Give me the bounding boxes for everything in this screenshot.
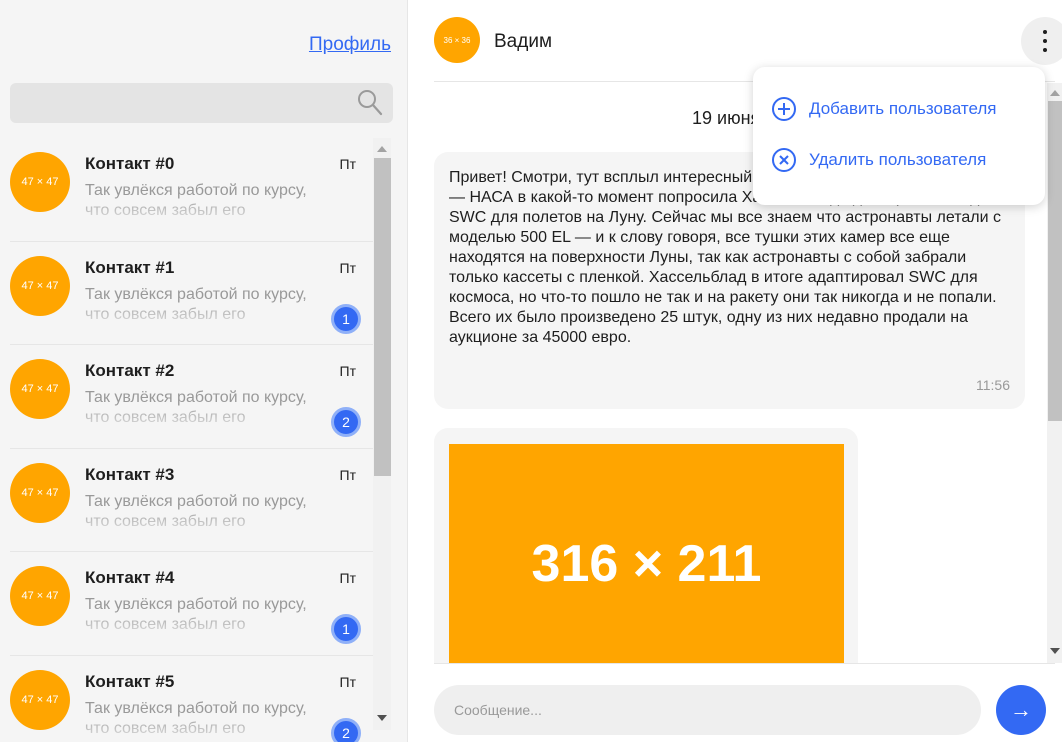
message-composer: →: [434, 663, 1055, 742]
contact-item[interactable]: 47 × 47 Контакт #0 Пт Так увлёкся работо…: [10, 138, 373, 242]
contact-name: Контакт #2: [85, 361, 175, 380]
scroll-up-icon[interactable]: [377, 146, 387, 152]
unread-badge: 1: [331, 303, 361, 334]
profile-link[interactable]: Профиль: [309, 34, 391, 56]
contact-day: Пт: [339, 570, 356, 586]
contact-name: Контакт #5: [85, 671, 175, 691]
contact-name: Контакт #3: [85, 464, 175, 484]
avatar: 47 × 47: [10, 359, 70, 419]
add-user-menu-item[interactable]: Добавить пользователя: [771, 94, 997, 124]
preview-fade: [85, 408, 325, 432]
chat-title: Вадим: [494, 31, 553, 52]
message-input[interactable]: [434, 685, 981, 735]
preview-fade: [85, 718, 325, 742]
preview-fade: [85, 615, 325, 639]
contact-item[interactable]: 47 × 47 Контакт #1 Пт Так увлёкся работо…: [10, 242, 373, 345]
contact-item[interactable]: 47 × 47 Контакт #3 Пт Так увлёкся работо…: [10, 449, 373, 552]
avatar: 47 × 47: [10, 462, 70, 523]
menu-dot: [1043, 30, 1047, 34]
unread-badge: 2: [331, 407, 361, 437]
contact-day: Пт: [339, 466, 356, 483]
plus-circle-icon: [772, 97, 796, 121]
contact-day: Пт: [339, 363, 356, 379]
contact-item[interactable]: 47 × 47 Контакт #4 Пт Так увлёкся работо…: [10, 552, 373, 656]
contact-item[interactable]: 47 × 47 Контакт #2 Пт Так увлёкся работо…: [10, 345, 373, 449]
contact-list: 47 × 47 Контакт #0 Пт Так увлёкся работо…: [10, 138, 373, 742]
avatar: 47 × 47: [10, 152, 70, 212]
preview-fade: [85, 304, 325, 329]
x-circle-icon: [772, 148, 796, 172]
avatar: 47 × 47: [10, 566, 70, 626]
image-message: 316 × 211: [434, 428, 858, 663]
sidebar: Профиль 47 × 47 Контакт #0 Пт Так увлёкс…: [0, 0, 408, 742]
message-time: 11:56: [976, 377, 1010, 393]
date-separator: 19 июня: [692, 108, 761, 128]
contact-name: Контакт #0: [85, 154, 175, 173]
unread-badge: 2: [331, 717, 361, 742]
contact-day: Пт: [339, 673, 356, 690]
contact-item[interactable]: 47 × 47 Контакт #5 Пт Так увлёкся работо…: [10, 656, 373, 742]
contact-list-scroll-thumb[interactable]: [374, 158, 391, 476]
unread-badge: 1: [331, 614, 361, 644]
avatar: 47 × 47: [10, 669, 70, 730]
chat-options-menu: Добавить пользователя Удалить пользовате…: [753, 67, 1045, 205]
scroll-up-icon[interactable]: [1050, 90, 1060, 96]
remove-user-label: Удалить пользователя: [809, 150, 987, 169]
remove-user-menu-item[interactable]: Удалить пользователя: [771, 145, 986, 175]
menu-dot: [1043, 39, 1047, 43]
add-user-label: Добавить пользователя: [809, 99, 997, 118]
send-button[interactable]: →: [996, 685, 1046, 735]
contact-name: Контакт #1: [85, 257, 175, 277]
avatar: 36 × 36: [434, 17, 480, 63]
menu-dot: [1043, 48, 1047, 52]
avatar: 47 × 47: [10, 255, 70, 316]
chat-scroll-thumb[interactable]: [1048, 101, 1062, 421]
more-vertical-icon[interactable]: [1021, 17, 1062, 65]
contact-name: Контакт #4: [85, 568, 175, 587]
search-icon[interactable]: [357, 89, 383, 117]
preview-fade: [85, 201, 325, 225]
scroll-down-icon[interactable]: [1050, 648, 1060, 654]
scroll-down-icon[interactable]: [377, 715, 387, 721]
contact-day: Пт: [339, 259, 356, 276]
image-placeholder[interactable]: 316 × 211: [449, 444, 844, 663]
search-input[interactable]: [10, 83, 393, 123]
contact-day: Пт: [339, 156, 356, 172]
preview-fade: [85, 511, 325, 536]
